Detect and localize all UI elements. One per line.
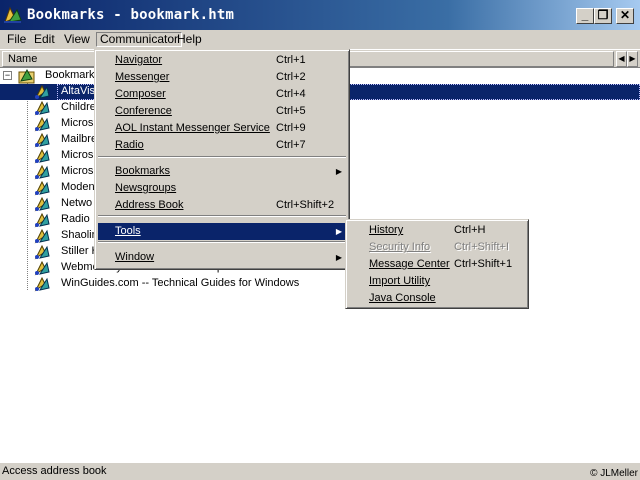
menu-separator — [98, 215, 346, 217]
scroll-right-arrow[interactable]: ▶ — [627, 51, 638, 67]
tools-item-history[interactable]: History Ctrl+H — [349, 222, 527, 239]
bookmark-icon — [34, 212, 50, 228]
bookmark-label: Netwo — [61, 197, 93, 209]
bookmark-label: Childre — [61, 101, 96, 113]
bookmark-icon — [34, 196, 50, 212]
menu-view[interactable]: View — [61, 32, 93, 47]
menu-item-label: Bookmarks — [115, 165, 171, 177]
bookmark-label: Mailbre — [61, 133, 98, 145]
menu-item-label: Radio — [115, 139, 144, 151]
menu-separator — [98, 156, 346, 158]
bookmark-icon — [34, 244, 50, 260]
bookmark-label: AltaVis — [61, 85, 96, 97]
menu-item-conference[interactable]: Conference Ctrl+5 — [98, 103, 348, 120]
bookmark-label: Micros — [61, 117, 94, 129]
bookmark-label: WinGuides.com -- Technical Guides for Wi… — [61, 277, 300, 289]
menu-item-label: Message Center — [369, 258, 450, 270]
menu-item-shortcut: Ctrl+7 — [276, 139, 306, 151]
menu-item-label: Window — [115, 251, 155, 263]
menu-item-shortcut: Ctrl+Shift+2 — [276, 199, 335, 211]
tools-submenu: History Ctrl+H Security Info Ctrl+Shift+I Me… — [345, 219, 529, 309]
bookmark-icon — [34, 276, 50, 292]
menu-item-messenger[interactable]: Messenger Ctrl+2 — [98, 69, 348, 86]
menu-item-label: Conference — [115, 105, 172, 117]
menu-item-label: AOL Instant Messenger Service — [115, 122, 270, 134]
credit-text: © JLMeller — [590, 468, 638, 479]
menu-item-label: Tools — [115, 225, 141, 237]
menu-item-label: Navigator — [115, 54, 163, 66]
close-button[interactable]: ✕ — [616, 8, 634, 24]
menu-item-label: Import Utility — [369, 275, 431, 287]
menu-item-shortcut: Ctrl+9 — [276, 122, 306, 134]
maximize-button[interactable]: ❐ — [594, 8, 612, 24]
menu-item-address-book[interactable]: Address Book Ctrl+Shift+2 — [98, 197, 348, 214]
bookmark-icon — [34, 100, 50, 116]
bookmark-icon — [34, 164, 50, 180]
menu-item-shortcut: Ctrl+H — [454, 224, 486, 236]
menu-item-aol-instant-messenger[interactable]: AOL Instant Messenger Service Ctrl+9 — [98, 120, 348, 137]
menu-item-window[interactable]: Window ▶ — [98, 249, 348, 266]
bookmark-folder-icon — [18, 68, 35, 84]
menu-item-shortcut: Ctrl+5 — [276, 105, 306, 117]
bookmark-icon — [34, 84, 50, 100]
menu-item-label: Address Book — [115, 199, 184, 211]
bookmark-icon — [34, 180, 50, 196]
menu-item-radio[interactable]: Radio Ctrl+7 — [98, 137, 348, 154]
menu-file[interactable]: File — [4, 32, 29, 47]
menu-item-newsgroups[interactable]: Newsgroups — [98, 180, 348, 197]
menu-item-shortcut: Ctrl+Shift+I — [454, 241, 510, 253]
bookmark-label: Shaolir — [61, 229, 96, 241]
menu-item-label: Composer — [115, 88, 166, 100]
menu-item-label: Newsgroups — [115, 182, 177, 194]
minimize-button[interactable]: _ — [576, 8, 594, 24]
tools-item-security-info: Security Info Ctrl+Shift+I — [349, 239, 527, 256]
menu-item-label: Java Console — [369, 292, 436, 304]
menu-item-shortcut: Ctrl+2 — [276, 71, 306, 83]
title-bar[interactable]: Bookmarks - bookmark.htm _ ❐ ✕ — [0, 0, 640, 30]
tools-item-import-utility[interactable]: Import Utility — [349, 273, 527, 290]
menu-item-navigator[interactable]: Navigator Ctrl+1 — [98, 52, 348, 69]
bookmark-icon — [34, 116, 50, 132]
menu-communicator[interactable]: Communicator — [96, 32, 183, 47]
tools-item-message-center[interactable]: Message Center Ctrl+Shift+1 — [349, 256, 527, 273]
bookmark-label: Micros — [61, 165, 94, 177]
bookmark-icon — [34, 228, 50, 244]
menu-item-label: History — [369, 224, 404, 236]
status-text: Access address book — [2, 465, 107, 477]
bookmark-label: Radio — [61, 213, 90, 225]
bookmark-icon — [34, 132, 50, 148]
menu-bar: File Edit View Communicator Help — [0, 30, 640, 49]
bookmark-label: Micros — [61, 149, 94, 161]
bookmark-label: Moden — [61, 181, 95, 193]
submenu-arrow-icon: ▶ — [335, 227, 342, 236]
scroll-left-arrow[interactable]: ◀ — [616, 51, 627, 67]
menu-help[interactable]: Help — [174, 32, 205, 47]
menu-item-label: Messenger — [115, 71, 170, 83]
bookmarks-app-icon — [4, 6, 22, 23]
menu-item-composer[interactable]: Composer Ctrl+4 — [98, 86, 348, 103]
menu-item-shortcut: Ctrl+1 — [276, 54, 306, 66]
bookmark-row[interactable]: WinGuides.com -- Technical Guides for Wi… — [0, 276, 640, 292]
collapse-toggle[interactable]: − — [3, 71, 12, 80]
communicator-menu: Navigator Ctrl+1 Messenger Ctrl+2 Composer Ct… — [94, 49, 350, 270]
menu-separator — [98, 241, 346, 243]
tools-item-java-console[interactable]: Java Console — [349, 290, 527, 307]
menu-item-shortcut: Ctrl+4 — [276, 88, 306, 100]
menu-item-label: Security Info — [369, 241, 431, 253]
tree-root-label[interactable]: Bookmark — [45, 69, 95, 81]
window-title: Bookmarks - bookmark.htm — [27, 7, 235, 23]
menu-item-bookmarks[interactable]: Bookmarks ▶ — [98, 163, 348, 180]
menu-item-shortcut: Ctrl+Shift+1 — [454, 258, 513, 270]
submenu-arrow-icon: ▶ — [335, 167, 342, 176]
submenu-arrow-icon: ▶ — [335, 253, 342, 262]
bookmark-icon — [34, 260, 50, 276]
menu-edit[interactable]: Edit — [31, 32, 58, 47]
status-bar: Access address book © JLMeller — [0, 462, 640, 480]
menu-item-tools[interactable]: Tools ▶ — [98, 223, 348, 240]
bookmark-icon — [34, 148, 50, 164]
